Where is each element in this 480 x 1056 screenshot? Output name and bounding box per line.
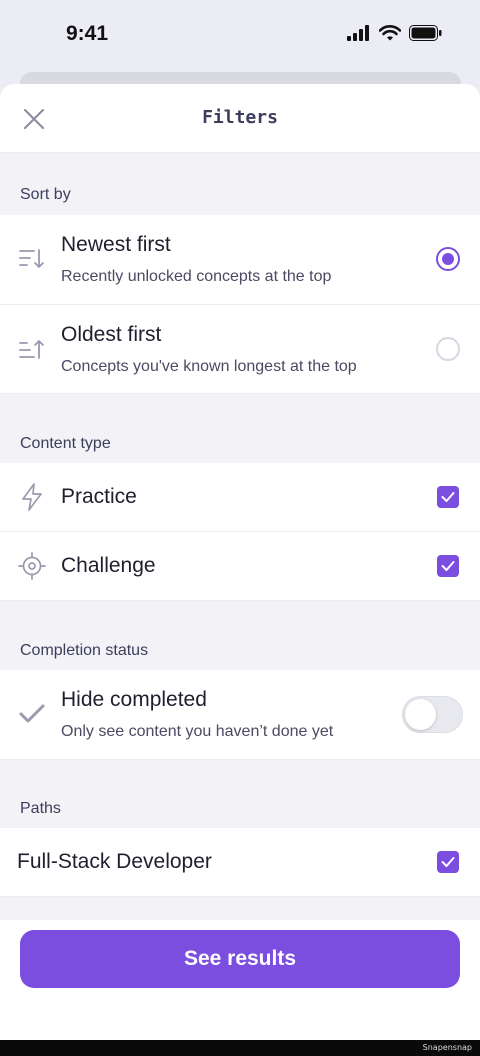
path-title: Full-Stack Developer <box>17 850 212 873</box>
sort-option-subtitle: Concepts you've known longest at the top <box>61 358 357 375</box>
checkbox-challenge[interactable] <box>437 555 459 577</box>
content-type-title: Challenge <box>61 554 156 577</box>
target-icon <box>18 552 46 580</box>
sort-option-title: Oldest first <box>61 323 162 346</box>
section-label-completion: Completion status <box>20 642 149 659</box>
path-full-stack-developer[interactable]: Full-Stack Developer <box>0 828 480 897</box>
check-icon <box>441 561 455 571</box>
sort-ascending-icon <box>18 335 46 363</box>
radio-oldest-first[interactable] <box>436 337 460 361</box>
content-type-challenge[interactable]: Challenge <box>0 532 480 601</box>
section-label-content-type: Content type <box>20 435 111 452</box>
filters-sheet: Filters Sort by Newest first Recently un… <box>0 84 480 1040</box>
page-title: Filters <box>202 107 278 128</box>
hide-completed-row[interactable]: Hide completed Only see content you have… <box>0 670 480 760</box>
sheet-header: Filters <box>0 84 480 153</box>
signal-icon <box>347 25 369 41</box>
toggle-knob <box>405 699 436 730</box>
section-label-sort: Sort by <box>20 186 71 203</box>
status-bar: 9:41 <box>0 0 480 70</box>
hide-completed-toggle[interactable] <box>402 696 463 733</box>
wifi-icon <box>379 25 401 41</box>
see-results-button[interactable]: See results <box>20 930 460 988</box>
sort-option-subtitle: Recently unlocked concepts at the top <box>61 268 332 285</box>
hide-completed-subtitle: Only see content you haven’t done yet <box>61 723 334 740</box>
battery-icon <box>409 25 442 41</box>
sort-option-oldest[interactable]: Oldest first Concepts you've known longe… <box>0 305 480 394</box>
sort-option-newest[interactable]: Newest first Recently unlocked concepts … <box>0 215 480 305</box>
check-icon <box>441 492 455 502</box>
status-time: 9:41 <box>66 22 109 45</box>
radio-newest-first[interactable] <box>436 247 460 271</box>
check-icon <box>441 857 455 867</box>
content-type-title: Practice <box>61 485 137 508</box>
checkbox-practice[interactable] <box>437 486 459 508</box>
hide-completed-title: Hide completed <box>61 688 207 711</box>
watermark-bar: Snapensnap <box>0 1040 480 1056</box>
content-type-practice[interactable]: Practice <box>0 463 480 532</box>
lightning-icon <box>18 483 46 511</box>
checkbox-full-stack-developer[interactable] <box>437 851 459 873</box>
section-label-paths: Paths <box>20 800 61 817</box>
watermark: Snapensnap <box>422 1043 472 1052</box>
sort-option-title: Newest first <box>61 233 171 256</box>
sort-descending-icon <box>18 245 46 273</box>
status-icons <box>347 25 442 41</box>
checkmark-icon <box>18 700 46 728</box>
sheet-footer: See results <box>0 920 480 1040</box>
